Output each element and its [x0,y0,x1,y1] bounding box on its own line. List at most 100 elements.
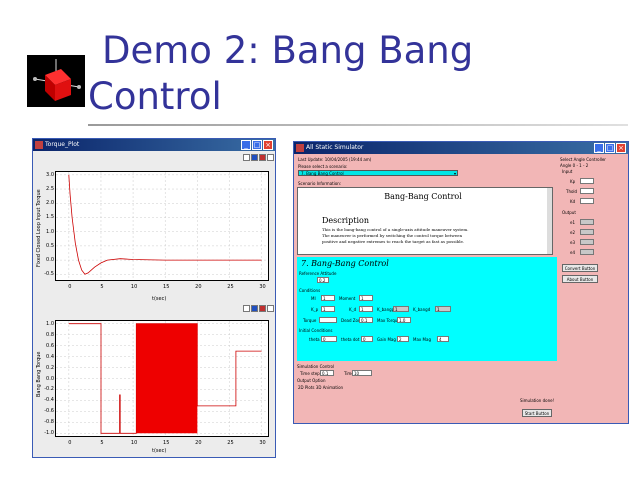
plot-window-titlebar[interactable]: Torque_Plot _ □ × [33,139,275,151]
status-text: Simulation done! [520,398,555,403]
initial-conditions-label: Initial Conditions [299,328,333,333]
cond-label: MI [311,296,316,301]
zoom-icon[interactable] [251,305,258,312]
init-field[interactable]: 0 [361,336,373,342]
init-field[interactable]: 0 [321,336,337,342]
init-label: Gain Mag [377,337,396,342]
input-field[interactable] [580,178,594,184]
cond-value: 1 [395,307,398,312]
y-tick-label: 0.6 [46,342,54,349]
maximize-button[interactable]: □ [605,143,615,153]
cond-label: K_bangp [377,307,395,312]
dead-zone-value: 0.1 [361,318,368,323]
side-panel-title: Select Angle Controller [560,157,606,162]
scenario-dropdown[interactable]: 7. Bang Bang Control ▾ [298,170,458,176]
y-tick-label: 0.5 [46,242,54,249]
x-tick-label: 10 [130,440,138,446]
torque-plot-window: Torque_Plot _ □ × Fixed Closed Loop Inpu… [32,138,276,458]
bottom-plot-axes [55,320,269,437]
y-tick-label: -0.2 [44,386,54,393]
bottom-plot-toolbar [243,305,274,312]
init-field[interactable]: 4 [437,336,449,342]
doc-scrollbar[interactable] [547,188,552,254]
reset-icon[interactable] [259,154,266,161]
time-step-label: Time step [300,371,320,376]
cond-field[interactable]: 1 [435,306,451,312]
bottom-plot-svg [56,321,268,436]
cond-field[interactable]: 1 [321,306,335,312]
max-torque-value: 1.0 [399,318,406,323]
reference-label: Reference Attitude [299,271,337,276]
sim-control-label: Simulation Control [297,364,335,369]
java-app-icon [296,144,304,152]
y-tick-label: -1.0 [44,430,54,437]
close-button[interactable]: × [616,143,626,153]
torque-field[interactable] [319,317,337,323]
cond-value: 1 [361,296,364,301]
java-app-icon [35,141,43,149]
reset-icon[interactable] [259,305,266,312]
cond-field[interactable]: 1 [321,295,335,301]
x-tick-label: 0 [68,440,72,446]
side-panel-subtitle: Angle 0 - 1 - 2 [560,163,589,168]
input-field[interactable] [580,188,594,194]
cond-field[interactable]: 1 [359,295,373,301]
input-field-label: Thold [566,189,578,194]
top-plot-svg [56,172,268,280]
max-torque-field[interactable]: 1.0 [397,317,411,323]
x-tick-label: 25 [227,440,234,446]
start-button[interactable]: Start Button [522,409,552,417]
print-icon[interactable] [267,305,274,312]
maximize-button[interactable]: □ [252,140,262,150]
save-icon[interactable] [243,154,250,161]
y-tick-label: -0.8 [44,419,54,426]
description-panel[interactable]: Bang-Bang Control Description This is th… [297,187,553,255]
simulator-titlebar[interactable]: All Static Simulator _ □ × [294,142,628,154]
simulator-window: All Static Simulator _ □ × Last Update: … [293,141,629,424]
y-tick-label: 0.8 [46,331,54,338]
init-label: theta dot [341,337,360,342]
minimize-button[interactable]: _ [241,140,251,150]
top-plot-axes [55,171,269,281]
y-tick-label: 1.0 [46,228,54,235]
init-field[interactable]: 2 [397,336,409,342]
save-icon[interactable] [243,305,250,312]
cond-label: K_bangd [413,307,431,312]
cond-field[interactable]: 1 [359,306,373,312]
zoom-icon[interactable] [251,154,258,161]
y-tick-label: -0.6 [44,408,54,415]
cond-field[interactable]: 1 [393,306,409,312]
scenario-info-label: Scenario Information: [298,181,342,186]
y-tick-label: -0.4 [44,397,54,404]
convert-button[interactable]: Convert Button [562,264,598,272]
input-field-label: Kp [570,179,576,184]
scenario-prompt: Please select a scenario: [298,164,348,169]
doc-heading: Description [322,216,369,225]
bottom-plot-xlabel: t(sec) [152,448,167,454]
x-tick-label: 15 [163,284,170,290]
minimize-button[interactable]: _ [594,143,604,153]
input-field[interactable] [580,198,594,204]
panel-title: 7. Bang-Bang Control [301,259,389,268]
output-option-radios[interactable]: 2D Plots 3D Animation [298,385,343,390]
y-tick-label: 1.0 [46,320,54,327]
x-tick-label: 5 [100,284,104,290]
y-tick-label: -0.5 [44,271,54,278]
output-field-label: e1 [570,220,576,225]
input-field-label: Kd [570,199,576,204]
output-field [580,249,594,255]
reference-field[interactable]: 0.2 [317,277,329,283]
torque-label: Torque [303,318,317,323]
x-tick-label: 10 [130,284,138,290]
print-icon[interactable] [267,154,274,161]
close-button[interactable]: × [263,140,273,150]
x-tick-label: 25 [227,284,234,290]
time-step-field[interactable]: 0.1 [320,370,334,376]
init-label: theta [309,337,320,342]
dead-zone-field[interactable]: 0.1 [359,317,373,323]
time-field[interactable]: 10 [352,370,372,376]
about-button[interactable]: About Button [562,275,598,283]
scenario-dropdown-value: 7. Bang Bang Control [301,171,344,176]
output-field-label: e3 [570,240,576,245]
output-field [580,219,594,225]
